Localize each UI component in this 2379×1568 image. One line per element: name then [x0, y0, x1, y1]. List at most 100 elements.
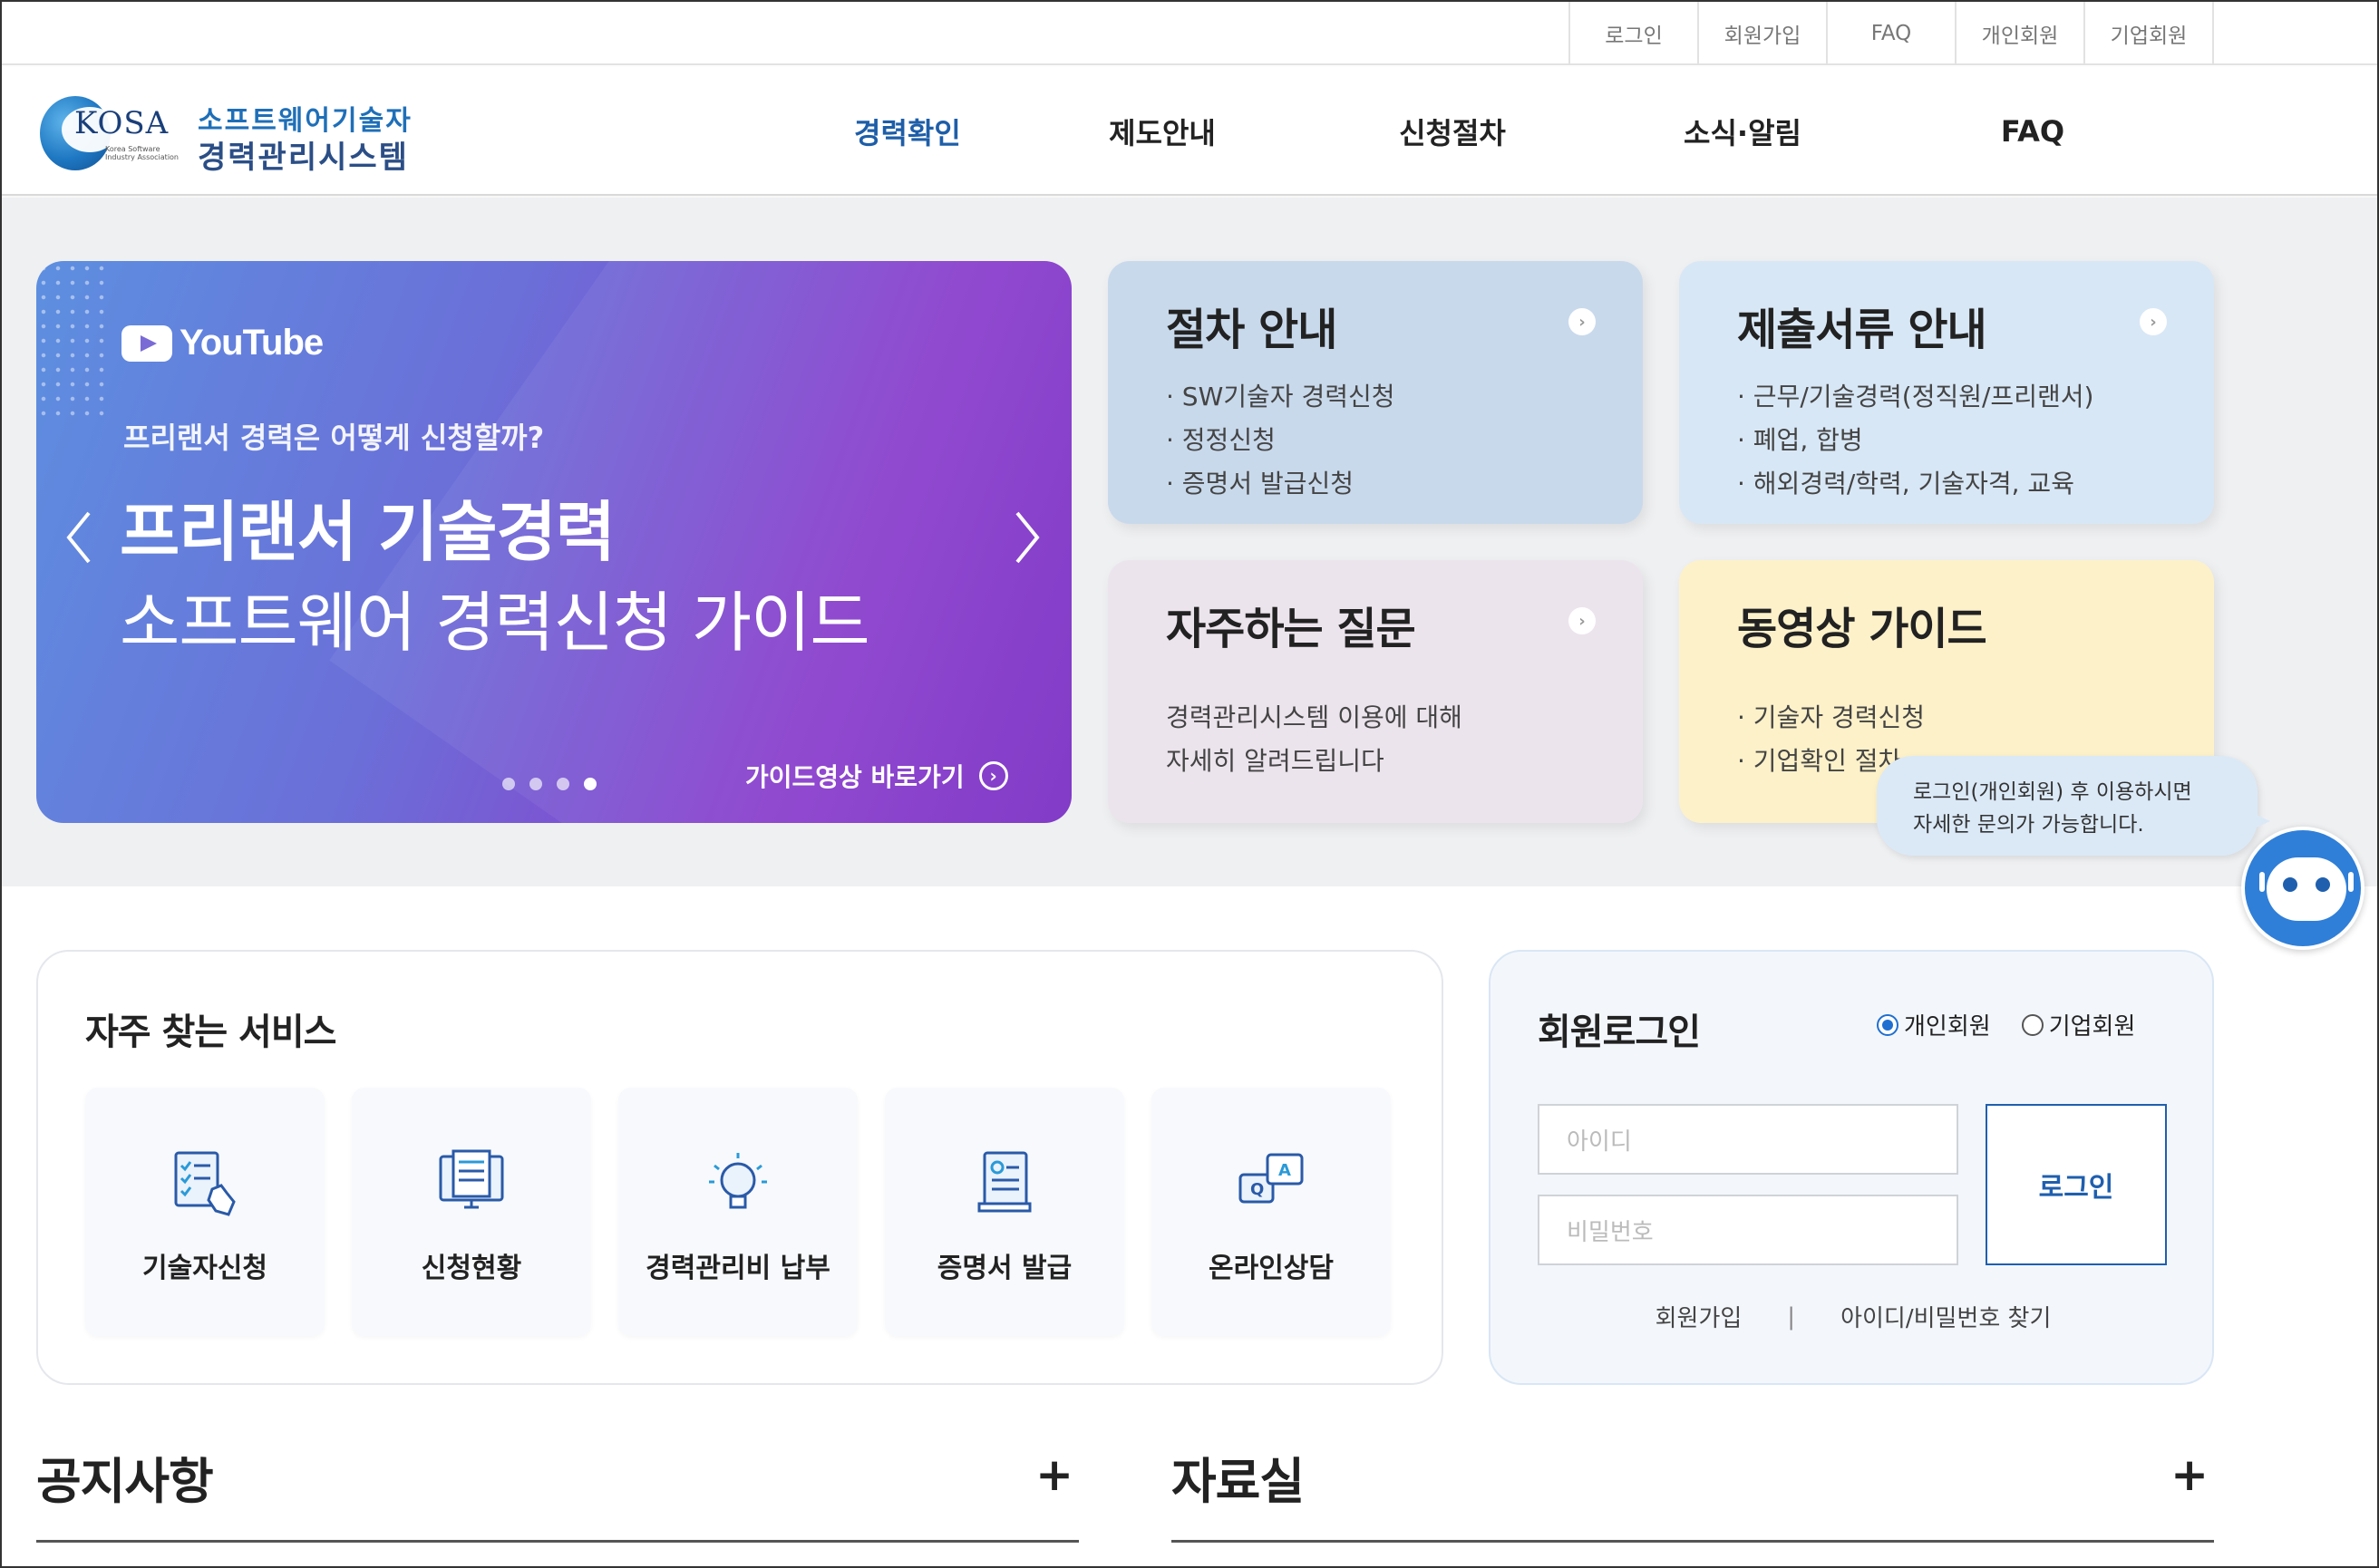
radio-company-member[interactable]: 기업회원: [2021, 1008, 2136, 1041]
hero-section: YouTube 프리랜서 경력은 어떻게 신청할까? 프리랜서 기술경력 소프트…: [2, 198, 2377, 950]
youtube-play-icon: [121, 324, 172, 362]
banner-dot-active[interactable]: [584, 778, 597, 790]
lightbulb-icon: [709, 1153, 767, 1209]
nav-application-procedure[interactable]: 신청절차: [1307, 67, 1597, 196]
service-online-consult[interactable]: Q A 온라인상담: [1151, 1088, 1391, 1336]
service-label: 온라인상담: [1209, 1253, 1334, 1284]
banner-next-arrow-icon[interactable]: [1008, 506, 1044, 569]
radio-personal-member[interactable]: 개인회원: [1877, 1008, 1991, 1041]
card-documents-title: 제출서류 안내: [1737, 305, 1987, 355]
chatbot-button[interactable]: [2241, 827, 2364, 950]
card-item: · 해외경력/학력, 기술자격, 교육: [1737, 469, 2074, 498]
radio-checked-icon: [1877, 1013, 1898, 1036]
card-faq-desc-line2: 자세히 알려드립니다: [1166, 746, 1384, 776]
service-engineer-application[interactable]: 기술자신청: [85, 1088, 325, 1336]
banner-pagination: [502, 778, 597, 790]
banner-subheadline: 소프트웨어 경력신청 가이드: [120, 585, 870, 661]
robot-icon: [2259, 857, 2354, 921]
card-faq-desc-line1: 경력관리시스템 이용에 대해: [1166, 702, 1462, 732]
radio-unchecked-icon: [2021, 1013, 2044, 1036]
card-faq-desc: 경력관리시스템 이용에 대해자세히 알려드립니다: [1166, 696, 1585, 783]
nav-news[interactable]: 소식·알림: [1597, 67, 1888, 196]
card-faq[interactable]: 자주하는 질문 › 경력관리시스템 이용에 대해자세히 알려드립니다: [1108, 560, 1643, 823]
find-account-link[interactable]: 아이디/비밀번호 찾기: [1840, 1300, 2051, 1333]
banner-dot-pattern: [36, 261, 109, 424]
card-item: · 정정신청: [1166, 425, 1276, 455]
login-button[interactable]: 로그인: [1986, 1104, 2167, 1265]
nav-faq[interactable]: FAQ: [1888, 67, 2178, 196]
robot-ear: [2259, 872, 2265, 892]
archive-board: 자료실 +: [1171, 1434, 2214, 1543]
banner-question: 프리랜서 경력은 어떻게 신청할까?: [123, 421, 545, 455]
member-login-panel: 회원로그인 개인회원 기업회원 아이디 비밀번호 로그인 회원가입 | 아이디/…: [1489, 950, 2214, 1385]
card-item: · 증명서 발급신청: [1166, 469, 1355, 498]
card-item: · SW기술자 경력신청: [1166, 382, 1395, 411]
chevron-right-icon: ›: [1568, 607, 1596, 634]
page: 로그인 회원가입 FAQ 개인회원 기업회원 KOSA Korea Softwa…: [0, 0, 2379, 1568]
utility-bar: 로그인 회원가입 FAQ 개인회원 기업회원: [2, 2, 2377, 65]
robot-eye: [2316, 877, 2330, 892]
archive-title: 자료실: [1171, 1453, 1305, 1510]
site-logo[interactable]: KOSA Korea Software Industry Association…: [36, 92, 426, 176]
link-separator: |: [1787, 1302, 1796, 1331]
logo-brand-sub: Korea Software Industry Association: [105, 145, 179, 161]
card-item: · 폐업, 합병: [1737, 425, 1863, 455]
notice-title: 공지사항: [36, 1453, 214, 1510]
login-links: 회원가입 | 아이디/비밀번호 찾기: [1491, 1300, 2216, 1333]
card-documents-guide[interactable]: 제출서류 안내 › · 근무/기술경력(정직원/프리랜서) · 폐업, 합병 ·…: [1679, 261, 2214, 524]
guide-video-link-label: 가이드영상 바로가기: [745, 762, 965, 792]
card-faq-title: 자주하는 질문: [1166, 604, 1416, 654]
nav-system-guide[interactable]: 제도안내: [1017, 67, 1307, 196]
banner-dot[interactable]: [529, 778, 542, 790]
notice-more-plus-icon[interactable]: +: [1035, 1452, 1073, 1497]
card-video-title: 동영상 가이드: [1737, 604, 1987, 654]
robot-eye: [2283, 877, 2297, 892]
banner-prev-arrow-icon[interactable]: [62, 506, 98, 569]
radio-company-label: 기업회원: [2048, 1013, 2136, 1040]
archive-more-plus-icon[interactable]: +: [2170, 1452, 2209, 1497]
logo-title-line2: 경력관리시스템: [198, 140, 409, 176]
login-title: 회원로그인: [1538, 1011, 1701, 1053]
card-procedure-guide[interactable]: 절차 안내 › · SW기술자 경력신청 · 정정신청 · 증명서 발급신청: [1108, 261, 1643, 524]
qa-chat-icon: Q A: [1238, 1153, 1304, 1204]
service-fee-payment[interactable]: 경력관리비 납부: [618, 1088, 858, 1336]
service-application-status[interactable]: 신청현황: [352, 1088, 591, 1336]
util-personal-member-link[interactable]: 개인회원: [1957, 2, 2085, 65]
service-label: 기술자신청: [142, 1253, 267, 1284]
radio-personal-label: 개인회원: [1904, 1013, 1991, 1040]
frequent-services-panel: 자주 찾는 서비스 기술자신청 신청현황 경력관리비 납부 증명서 발급 Q A…: [36, 950, 1443, 1385]
util-company-member-link[interactable]: 기업회원: [2085, 2, 2214, 65]
card-item: · 기술자 경력신청: [1737, 702, 1926, 732]
site-header: KOSA Korea Software Industry Association…: [2, 67, 2377, 196]
card-item: · 근무/기술경력(정직원/프리랜서): [1737, 382, 2094, 411]
youtube-logo: YouTube: [121, 323, 324, 363]
util-login-link[interactable]: 로그인: [1570, 2, 1699, 65]
notice-board: 공지사항 +: [36, 1434, 1079, 1543]
monitor-document-icon: [439, 1149, 504, 1209]
util-signup-link[interactable]: 회원가입: [1699, 2, 1828, 65]
service-label: 경력관리비 납부: [646, 1253, 830, 1284]
youtube-wordmark: YouTube: [180, 323, 324, 363]
member-type-radios: 개인회원 기업회원: [1877, 1008, 2135, 1041]
util-faq-link[interactable]: FAQ: [1828, 2, 1957, 65]
service-label: 신청현황: [421, 1253, 522, 1284]
logo-brand: KOSA: [74, 105, 170, 141]
certificate-scroll-icon: [977, 1151, 1032, 1213]
guide-video-link[interactable]: 가이드영상 바로가기 ›: [745, 758, 1008, 794]
card-procedure-title: 절차 안내: [1166, 305, 1337, 355]
service-label: 증명서 발급: [937, 1253, 1073, 1284]
banner-dot[interactable]: [502, 778, 515, 790]
password-input[interactable]: 비밀번호: [1538, 1195, 1958, 1265]
chevron-right-icon: ›: [1568, 308, 1596, 335]
svg-text:Q: Q: [1250, 1180, 1264, 1199]
arrow-circle-icon: ›: [978, 761, 1008, 790]
chatbot-tooltip-line1: 로그인(개인회원) 후 이용하시면: [1913, 780, 2192, 804]
service-certificate-issue[interactable]: 증명서 발급: [885, 1088, 1124, 1336]
checklist-icon: [174, 1151, 236, 1216]
video-banner[interactable]: YouTube 프리랜서 경력은 어떻게 신청할까? 프리랜서 기술경력 소프트…: [36, 261, 1072, 823]
main-nav: 경력확인 제도안내 신청절차 소식·알림 FAQ: [800, 67, 2178, 196]
signup-link[interactable]: 회원가입: [1656, 1300, 1743, 1333]
user-id-input[interactable]: 아이디: [1538, 1104, 1958, 1175]
nav-career-check[interactable]: 경력확인: [800, 67, 1017, 196]
banner-dot[interactable]: [557, 778, 569, 790]
